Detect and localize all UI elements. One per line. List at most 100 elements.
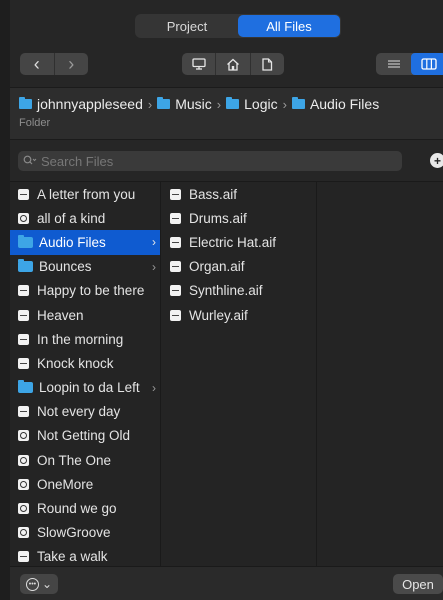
folder-row[interactable]: Loopin to da Left › — [10, 376, 160, 400]
audio-file-icon — [170, 285, 181, 297]
file-row[interactable]: Bass.aif — [160, 182, 316, 206]
row-label: Round we go — [37, 501, 117, 517]
home-folder-icon — [19, 97, 32, 109]
logic-project-icon — [18, 527, 29, 539]
ellipsis-icon: ••• — [25, 577, 39, 591]
folder-icon — [226, 97, 240, 109]
breadcrumb-home[interactable]: johnnyappleseed — [19, 96, 143, 112]
logic-project-icon — [18, 503, 29, 515]
browser-column-1[interactable]: A letter from you all of a kind Audio File… — [10, 182, 161, 567]
desktop-icon — [192, 58, 206, 70]
row-label: Bass.aif — [189, 186, 238, 202]
row-label: Audio Files — [39, 234, 106, 250]
chevron-right-icon: › — [152, 259, 156, 274]
audio-file-icon — [170, 309, 181, 321]
row-label: Wurley.aif — [189, 307, 248, 323]
folder-icon — [291, 97, 305, 109]
audio-file-icon — [170, 188, 181, 200]
row-label: Not every day — [37, 404, 121, 420]
file-row[interactable]: OneMore — [10, 472, 160, 496]
tab-project[interactable]: Project — [136, 15, 238, 37]
file-row[interactable]: SlowGroove — [10, 521, 160, 545]
file-row[interactable]: Electric Hat.aif — [160, 230, 316, 254]
folder-icon — [157, 97, 171, 109]
audio-file-icon — [18, 551, 29, 563]
breadcrumb-separator: › — [216, 96, 222, 112]
search-field[interactable]: Search Files — [18, 151, 402, 171]
home-icon — [227, 58, 239, 71]
row-label: SlowGroove — [37, 525, 111, 541]
file-row[interactable]: In the morning — [10, 327, 160, 351]
file-row[interactable]: Synthline.aif — [160, 279, 316, 303]
row-label: OneMore — [37, 476, 94, 492]
file-row[interactable]: A letter from you — [10, 182, 160, 206]
list-view-button[interactable] — [376, 53, 411, 75]
list-view-icon — [387, 60, 400, 68]
row-label: Loopin to da Left — [39, 380, 140, 396]
file-row[interactable]: all of a kind — [10, 206, 160, 230]
audio-file-icon — [18, 188, 29, 200]
home-button[interactable] — [215, 53, 249, 75]
navigation-buttons: ‹ › — [20, 53, 88, 75]
audio-file-icon — [170, 261, 181, 273]
item-kind-label: Folder — [19, 117, 51, 129]
folder-icon — [18, 259, 33, 273]
folder-icon — [18, 380, 33, 394]
breadcrumb-separator: › — [147, 96, 153, 112]
file-row[interactable]: Heaven — [10, 303, 160, 327]
logic-project-icon — [18, 478, 29, 490]
source-segmented-control: Project All Files — [135, 14, 341, 38]
document-button[interactable] — [249, 53, 284, 75]
file-row[interactable]: Not Getting Old — [10, 424, 160, 448]
file-row[interactable]: Knock knock — [10, 351, 160, 375]
file-row[interactable]: Drums.aif — [160, 206, 316, 230]
open-button[interactable]: Open — [393, 574, 443, 594]
file-browser-window: Project All Files ‹ › johnnyappleseed › … — [10, 0, 443, 600]
audio-file-icon — [18, 333, 29, 345]
row-label: Synthline.aif — [189, 283, 263, 299]
audio-file-icon — [18, 357, 29, 369]
path-bar: johnnyappleseed › Music › Logic › Audio … — [10, 87, 443, 140]
location-buttons — [182, 53, 284, 75]
breadcrumb-logic[interactable]: Logic — [226, 96, 278, 112]
row-label: all of a kind — [37, 210, 106, 226]
row-label: A letter from you — [37, 186, 136, 202]
breadcrumb: johnnyappleseed › Music › Logic › Audio … — [19, 96, 379, 112]
tab-all-files[interactable]: All Files — [238, 15, 340, 37]
row-label: Drums.aif — [189, 210, 247, 226]
file-row[interactable]: Not every day — [10, 400, 160, 424]
audio-file-icon — [18, 285, 29, 297]
breadcrumb-music[interactable]: Music — [157, 96, 212, 112]
options-menu-button[interactable]: ••• ⌄ — [20, 574, 58, 594]
breadcrumb-separator: › — [282, 96, 287, 112]
file-row[interactable]: Round we go — [10, 496, 160, 520]
back-button[interactable]: ‹ — [20, 53, 55, 75]
file-row[interactable]: Wurley.aif — [160, 303, 316, 327]
column-view-icon — [420, 58, 437, 70]
folder-row[interactable]: Audio Files › — [10, 230, 160, 255]
row-label: Heaven — [37, 307, 84, 323]
row-label: Happy to be there — [37, 283, 145, 299]
row-label: In the morning — [37, 331, 124, 347]
row-label: On The One — [37, 452, 112, 468]
file-row[interactable]: Happy to be there — [10, 279, 160, 303]
audio-file-icon — [170, 236, 181, 248]
add-button[interactable]: + — [430, 153, 443, 168]
column-view-button[interactable] — [411, 53, 443, 75]
folder-icon — [18, 234, 33, 248]
search-placeholder: Search Files — [41, 153, 114, 169]
file-row[interactable]: On The One — [10, 448, 160, 472]
folder-row[interactable]: Bounces › — [10, 255, 160, 279]
row-label: Knock knock — [37, 355, 114, 371]
audio-file-icon — [18, 309, 29, 321]
logic-project-icon — [18, 454, 29, 466]
forward-button[interactable]: › — [55, 53, 89, 75]
browser-column-2[interactable]: Bass.aif Drums.aif Electric Hat.aif Organ.a… — [160, 182, 317, 567]
chevron-right-icon: › — [152, 380, 156, 395]
desktop-button[interactable] — [182, 53, 215, 75]
chevron-down-icon: ⌄ — [41, 577, 53, 591]
column-browser: A letter from you all of a kind Audio File… — [10, 181, 443, 567]
breadcrumb-audio-files[interactable]: Audio Files — [291, 96, 379, 112]
file-row[interactable]: Organ.aif — [160, 255, 316, 279]
logic-project-icon — [18, 212, 29, 224]
